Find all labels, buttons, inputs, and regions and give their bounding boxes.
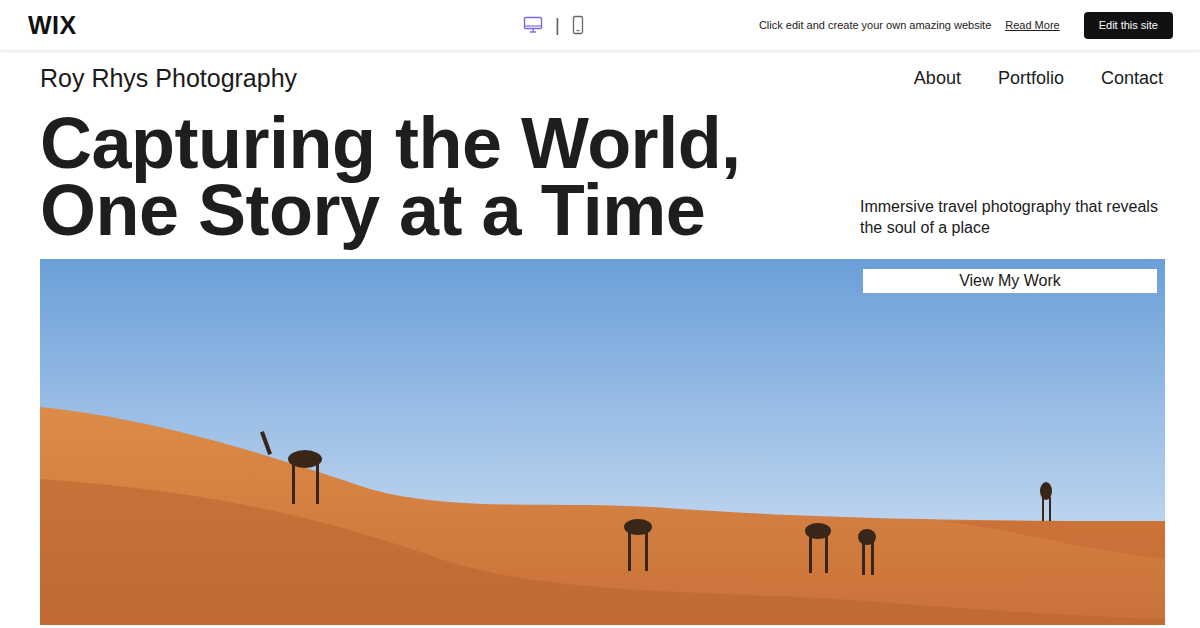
- nav-link[interactable]: Portfolio: [998, 68, 1064, 89]
- desktop-icon[interactable]: [523, 16, 543, 34]
- subtitle: Immersive travel photography that reveal…: [860, 196, 1160, 244]
- hero-section: Capturing the World,One Story at a Time I…: [40, 106, 1163, 244]
- wix-top-bar: WIX | Click edit and create your own amazi…: [0, 0, 1200, 50]
- nav-link[interactable]: About: [914, 68, 961, 89]
- promo-text: Click edit and create your own amazing w…: [759, 19, 991, 31]
- device-divider: |: [555, 15, 560, 36]
- edit-site-button[interactable]: Edit this site: [1084, 12, 1173, 39]
- desert-photo-icon: [40, 259, 1165, 625]
- site-header: Roy Rhys Photography About Portfolio Contac…: [40, 50, 1163, 106]
- desktop-view-button[interactable]: [523, 16, 543, 34]
- top-bar-actions: Click edit and create your own amazing w…: [759, 12, 1173, 39]
- headline-line: One Story at a Time: [40, 177, 741, 244]
- device-switcher: |: [523, 15, 584, 36]
- mobile-view-button[interactable]: [572, 15, 584, 35]
- nav-link[interactable]: Contact: [1101, 68, 1163, 89]
- site-content: Roy Rhys Photography About Portfolio Contac…: [0, 50, 1200, 625]
- view-work-button[interactable]: View My Work: [863, 269, 1157, 293]
- headline: Capturing the World,One Story at a Time: [40, 106, 741, 244]
- mobile-icon[interactable]: [572, 15, 584, 35]
- headline-line: Capturing the World,: [40, 110, 741, 177]
- read-more-link[interactable]: Read More: [1005, 19, 1059, 31]
- hero-photo: View My Work: [40, 259, 1165, 625]
- site-nav: About Portfolio Contact: [914, 68, 1163, 89]
- site-title[interactable]: Roy Rhys Photography: [40, 64, 297, 93]
- wix-logo[interactable]: WIX: [28, 11, 348, 40]
